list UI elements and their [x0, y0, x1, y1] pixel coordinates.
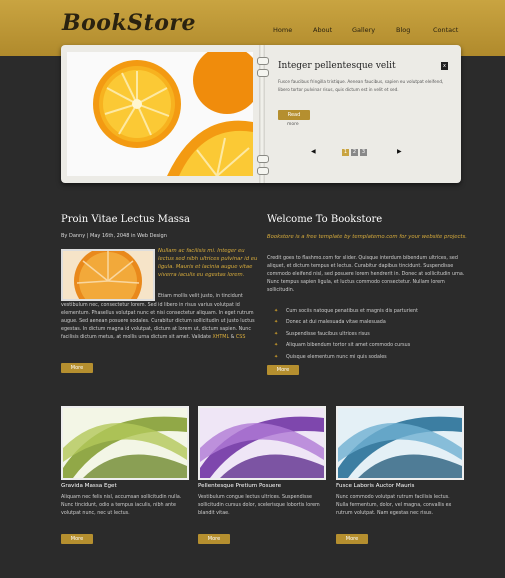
tile-more-button[interactable]: More [61, 534, 93, 544]
tile-title: Gravida Massa Eget [61, 483, 117, 489]
post-title: Proin Vitae Lectus Massa [61, 214, 191, 225]
read-more-button[interactable]: Read [278, 110, 310, 120]
list-item: Donec at dui malesuada vitae malesuada [274, 319, 474, 331]
post-intro: Nullam ac facilisis mi. Integer eu lectu… [158, 248, 258, 278]
slide-close-icon[interactable]: x [441, 62, 448, 70]
book-slider: Integer pellentesque velit x Fusce fauci… [61, 45, 461, 183]
css-link[interactable]: CSS [236, 335, 245, 340]
post-body-top: Etiam mollis velit justo, in tincidunt [158, 294, 243, 299]
list-item: Cum sociis natoque penatibus et magnis d… [274, 308, 474, 320]
welcome-title: Welcome To Bookstore [267, 214, 383, 225]
post-body: vestibulum nec, consectetur lorem. Sed i… [61, 302, 261, 342]
tile-text: Vestibulum congue lectus ultrices. Suspe… [198, 495, 320, 517]
list-item: Quisque elementum nunc mi quis sodales [274, 354, 474, 366]
next-arrow-icon[interactable]: ▶ [397, 148, 402, 155]
nav-contact[interactable]: Contact [433, 26, 458, 34]
nav-gallery[interactable]: Gallery [352, 26, 375, 34]
slide-more-link[interactable]: more [287, 122, 299, 127]
post-meta: By Danny | May 16th, 2048 in Web Design [61, 233, 167, 239]
xhtml-link[interactable]: XHTML [212, 335, 229, 340]
welcome-more-button[interactable]: More [267, 365, 299, 375]
tile-text: Nunc commodo volutpat rutrum facilisis l… [336, 495, 452, 517]
tile-more-button[interactable]: More [198, 534, 230, 544]
oranges-image [67, 52, 253, 176]
post-thumbnail [61, 249, 155, 301]
spine-ring [257, 57, 269, 65]
spine-ring [257, 155, 269, 163]
tile-more-button[interactable]: More [336, 534, 368, 544]
gallery-tile-green[interactable] [61, 406, 189, 480]
pager-3[interactable]: 3 [360, 149, 367, 156]
site-logo[interactable]: BookStore [62, 10, 196, 36]
post-more-button[interactable]: More [61, 363, 93, 373]
purple-swirl-image [200, 408, 324, 478]
gallery-tile-blue[interactable] [336, 406, 464, 480]
pager-1[interactable]: 1 [342, 149, 349, 156]
welcome-intro: Bookstore is a free template by template… [267, 234, 467, 240]
gallery-tile-purple[interactable] [198, 406, 326, 480]
list-item: Aliquam bibendum tortor sit amet commodo… [274, 342, 474, 354]
tile-text: Aliquam nec felis nisl, accumsan sollici… [61, 495, 182, 517]
spine-ring [257, 167, 269, 175]
blue-swirl-image [338, 408, 462, 478]
slide-photo-oranges [67, 52, 253, 176]
orange-slice-image [63, 251, 153, 299]
welcome-body: Credit goes to flashmo.com for slider. Q… [267, 256, 465, 293]
list-item: Suspendisse faucibus ultrices risus [274, 331, 474, 343]
green-swirl-image [63, 408, 187, 478]
spine-ring [257, 69, 269, 77]
amp-text: & [229, 335, 236, 340]
slide-title: Integer pellentesque velit [278, 61, 396, 71]
slide-text: Fusce faucibus fringilla tristique. Aene… [278, 79, 444, 92]
pager-2[interactable]: 2 [351, 149, 358, 156]
tile-title: Fusce Laboris Auctor Mauris [336, 483, 415, 489]
prev-arrow-icon[interactable]: ◀ [311, 148, 316, 155]
nav-home[interactable]: Home [273, 26, 292, 34]
nav-about[interactable]: About [313, 26, 332, 34]
nav-blog[interactable]: Blog [396, 26, 410, 34]
feature-list: Cum sociis natoque penatibus et magnis d… [274, 308, 474, 366]
tile-title: Pellentesque Pretium Posuere [198, 483, 282, 489]
